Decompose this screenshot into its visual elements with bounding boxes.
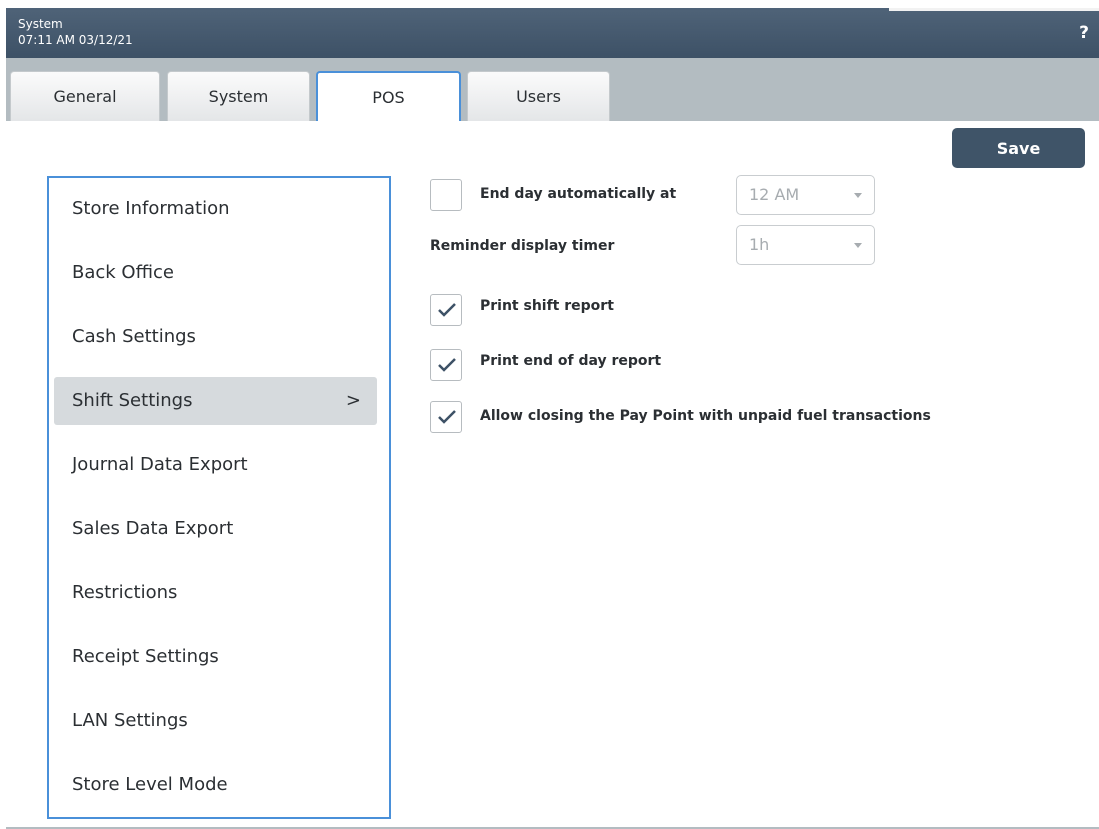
chevron-right-icon: > [345,390,361,411]
sidebar-item-store-level-mode[interactable]: Store Level Mode [54,761,377,809]
system-window: System 07:11 AM 03/12/21 ? General Syste… [6,8,1099,829]
dropdown-caret-icon [854,193,862,198]
title-bar-accent-line [889,8,1099,11]
settings-panel: Save Store Information Back Office Cash … [6,121,1099,827]
help-icon[interactable]: ? [1079,23,1089,43]
end-day-time-value: 12 AM [749,185,800,204]
tab-general[interactable]: General [10,71,160,121]
sidebar-item-restrictions[interactable]: Restrictions [54,569,377,617]
sidebar-item-shift-settings[interactable]: Shift Settings > [54,377,377,425]
reminder-timer-select[interactable]: 1h [736,225,875,265]
tab-users[interactable]: Users [467,71,610,121]
checkmark-icon [438,303,456,317]
sidebar-item-lan-settings[interactable]: LAN Settings [54,697,377,745]
title-block: System 07:11 AM 03/12/21 [18,16,133,48]
print-eod-checkbox[interactable] [430,349,462,381]
checkmark-icon [438,358,456,372]
window-title: System [18,17,63,31]
print-eod-label: Print end of day report [480,353,662,369]
tab-pos[interactable]: POS [316,71,461,121]
dropdown-caret-icon [854,243,862,248]
sidebar-item-back-office[interactable]: Back Office [54,249,377,297]
title-bar: System 07:11 AM 03/12/21 ? [6,8,1099,58]
allow-closing-label: Allow closing the Pay Point with unpaid … [480,408,931,424]
datetime-display: 07:11 AM 03/12/21 [18,33,133,47]
checkmark-icon [438,410,456,424]
reminder-timer-value: 1h [749,235,770,254]
allow-closing-checkbox[interactable] [430,401,462,433]
sidebar-item-cash-settings[interactable]: Cash Settings [54,313,377,361]
end-day-time-select[interactable]: 12 AM [736,175,875,215]
sidebar-item-store-information[interactable]: Store Information [54,185,377,233]
sidebar-item-sales-data-export[interactable]: Sales Data Export [54,505,377,553]
reminder-label: Reminder display timer [430,238,615,254]
save-button[interactable]: Save [952,128,1085,168]
end-day-checkbox[interactable] [430,179,462,211]
sidebar-item-label: Shift Settings [72,390,193,411]
sidebar-item-journal-data-export[interactable]: Journal Data Export [54,441,377,489]
settings-category-list: Store Information Back Office Cash Setti… [47,176,391,819]
sidebar-item-receipt-settings[interactable]: Receipt Settings [54,633,377,681]
print-shift-checkbox[interactable] [430,294,462,326]
tab-system[interactable]: System [167,71,310,121]
print-shift-label: Print shift report [480,298,614,314]
end-day-label: End day automatically at [480,186,677,202]
